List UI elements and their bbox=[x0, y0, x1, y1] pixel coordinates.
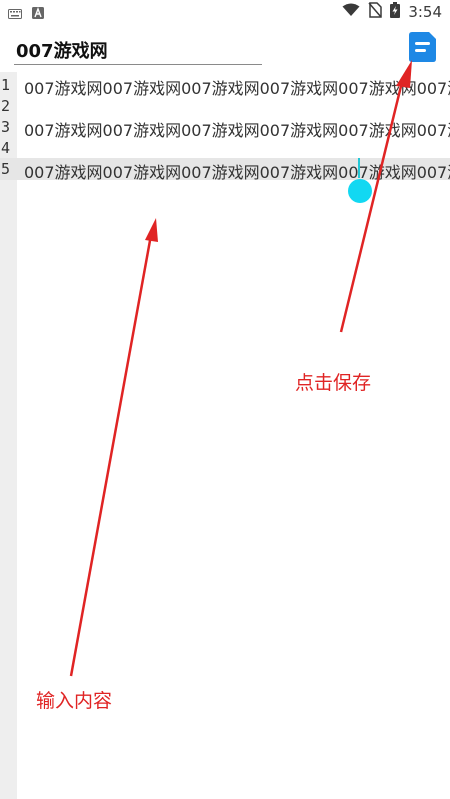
line-number: 2 bbox=[1, 97, 11, 115]
editor-line-current[interactable]: 5 007游戏网007游戏网007游戏网007游戏网007游戏网007游戏网 bbox=[0, 158, 450, 182]
clock: 3:54 bbox=[408, 3, 442, 21]
editor-line[interactable]: 4 bbox=[0, 137, 450, 159]
text-cursor bbox=[358, 158, 360, 178]
header bbox=[0, 24, 450, 72]
sim-off-icon bbox=[368, 2, 383, 22]
line-number: 3 bbox=[1, 118, 11, 136]
cursor-handle[interactable] bbox=[348, 179, 372, 203]
battery-charging-icon bbox=[390, 2, 401, 22]
line-number: 1 bbox=[1, 76, 11, 94]
status-bar: 3:54 bbox=[0, 0, 450, 24]
save-button[interactable] bbox=[408, 32, 438, 64]
status-left bbox=[8, 4, 44, 23]
title-input[interactable] bbox=[14, 36, 262, 65]
line-number-gutter bbox=[0, 72, 17, 799]
keyboard-icon bbox=[8, 4, 22, 23]
line-text: 007游戏网007游戏网007游戏网007游戏网007游戏网007游戏网 bbox=[24, 163, 450, 182]
line-number: 5 bbox=[1, 160, 11, 178]
a-notification-icon bbox=[32, 4, 44, 23]
save-hint-label: 点击保存 bbox=[295, 372, 372, 394]
editor-line[interactable]: 1 007游戏网007游戏网007游戏网007游戏网007游戏网007游戏网 bbox=[0, 74, 450, 98]
input-hint-label: 输入内容 bbox=[36, 690, 113, 712]
status-right: 3:54 bbox=[342, 2, 442, 22]
save-file-icon bbox=[409, 32, 437, 65]
editor-line[interactable]: 3 007游戏网007游戏网007游戏网007游戏网007游戏网007游戏网 bbox=[0, 116, 450, 140]
editor-line[interactable]: 2 bbox=[0, 95, 450, 117]
wifi-icon bbox=[342, 3, 360, 21]
line-number: 4 bbox=[1, 139, 11, 157]
